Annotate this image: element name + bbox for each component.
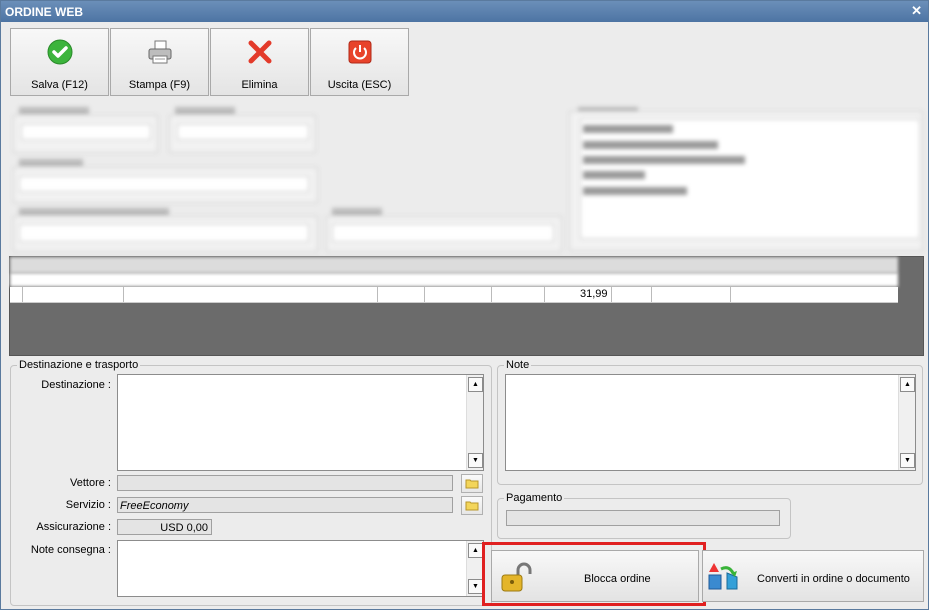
insurance-field: USD 0,00 — [117, 519, 212, 535]
delivery-notes-textarea[interactable]: ▲ ▼ — [117, 540, 484, 597]
service-label: Servizio : — [65, 499, 111, 511]
printer-icon — [148, 40, 172, 64]
order-date-field[interactable] — [177, 124, 309, 140]
grid-total-value: 31,99 — [580, 288, 608, 300]
title-bar: ORDINE WEB ✕ — [1, 1, 928, 22]
convert-shapes-icon — [708, 563, 738, 590]
service-field[interactable]: FreeEconomy — [117, 497, 453, 513]
order-window: ORDINE WEB ✕ Salva (F12) Stampa (F9) Eli… — [0, 0, 929, 610]
carrier-field[interactable] — [117, 475, 453, 491]
origin-order-field[interactable] — [19, 224, 309, 242]
customer-line — [583, 156, 745, 164]
notes-textarea[interactable]: ▲ ▼ — [505, 374, 916, 471]
customer-address-box[interactable] — [580, 119, 920, 239]
carrier-label: Vettore : — [70, 477, 111, 489]
customer-line — [583, 125, 673, 133]
payment-title: Pagamento — [504, 492, 565, 504]
print-button[interactable]: Stampa (F9) — [110, 28, 209, 96]
notes-title: Note — [504, 359, 532, 371]
padlock-open-icon — [501, 562, 532, 592]
reference-field[interactable] — [332, 224, 554, 242]
order-items-grid[interactable]: 31,99 — [9, 256, 924, 356]
delivery-notes-label: Note consegna : — [30, 544, 111, 556]
convert-order-button[interactable]: Converti in ordine o documento — [702, 550, 924, 602]
scroll-down-icon[interactable]: ▼ — [900, 453, 915, 468]
print-label: Stampa (F9) — [128, 79, 191, 91]
payment-field — [506, 510, 780, 526]
lock-order-label: Blocca ordine — [584, 573, 651, 585]
delete-label: Elimina — [241, 79, 278, 91]
order-number-field[interactable] — [21, 124, 151, 140]
power-icon — [348, 40, 372, 64]
service-browse-button[interactable] — [461, 496, 483, 515]
convert-order-label: Converti in ordine o documento — [757, 573, 910, 585]
scroll-up-icon[interactable]: ▲ — [900, 377, 915, 392]
customer-line — [583, 141, 718, 149]
insurance-label: Assicurazione : — [36, 521, 111, 533]
notes-scrollbar[interactable]: ▲ ▼ — [898, 375, 915, 470]
destination-scrollbar[interactable]: ▲ ▼ — [466, 375, 483, 470]
delete-button[interactable]: Elimina — [210, 28, 309, 96]
folder-icon — [465, 501, 479, 511]
scroll-up-icon[interactable]: ▲ — [468, 377, 483, 392]
customer-line — [583, 187, 687, 195]
delivery-notes-scrollbar[interactable]: ▲ ▼ — [466, 541, 483, 596]
grid-row-total: 31,99 — [10, 287, 898, 303]
exit-label: Uscita (ESC) — [327, 79, 392, 91]
grid-header — [10, 257, 898, 273]
destination-label: Destinazione : — [41, 379, 111, 391]
folder-icon — [465, 479, 479, 489]
scroll-up-icon[interactable]: ▲ — [468, 543, 483, 558]
customer-line — [583, 171, 645, 179]
destination-transport-title: Destinazione e trasporto — [17, 359, 141, 371]
origin-field[interactable] — [19, 176, 309, 192]
delete-x-icon — [248, 40, 272, 64]
close-icon[interactable]: ✕ — [911, 3, 922, 19]
scroll-down-icon[interactable]: ▼ — [468, 579, 483, 594]
lock-order-button[interactable]: Blocca ordine — [491, 550, 699, 602]
checkmark-icon — [47, 39, 73, 65]
save-button[interactable]: Salva (F12) — [10, 28, 109, 96]
grid-row-item[interactable] — [10, 273, 898, 287]
carrier-browse-button[interactable] — [461, 474, 483, 493]
destination-textarea[interactable]: ▲ ▼ — [117, 374, 484, 471]
window-title: ORDINE WEB — [5, 5, 83, 19]
exit-button[interactable]: Uscita (ESC) — [310, 28, 409, 96]
save-label: Salva (F12) — [31, 79, 88, 91]
scroll-down-icon[interactable]: ▼ — [468, 453, 483, 468]
